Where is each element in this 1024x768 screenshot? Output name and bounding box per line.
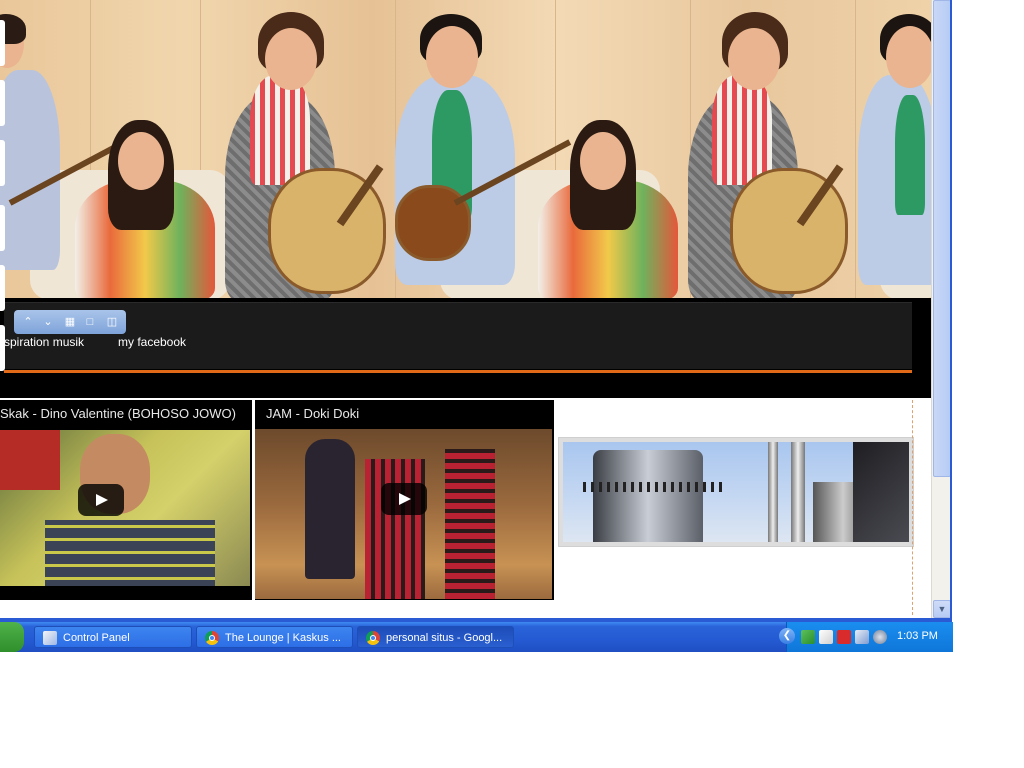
shirt [895,95,925,215]
chimney [791,442,805,542]
person-head [728,28,780,90]
taskbar-item-label: Control Panel [63,632,130,644]
layout-grid-icon[interactable]: ▦ [62,313,78,331]
performer [445,449,495,599]
poster [0,430,60,490]
nav-link-inspiration-musik[interactable]: spiration musik [4,335,84,349]
app-tray-icon[interactable] [819,630,833,644]
side-tab[interactable] [0,80,5,126]
side-tab[interactable] [0,140,5,186]
chimney [768,442,778,542]
video-title[interactable]: JAM - Doki Doki [266,406,359,421]
side-tab[interactable] [0,20,5,66]
taskbar: Control Panel The Lounge | Kaskus ... pe… [0,622,953,652]
video-thumbnail[interactable] [255,429,552,599]
wall-panel [855,0,856,298]
clock[interactable]: 1:03 PM [897,630,938,642]
column-divider [912,400,913,615]
display-icon[interactable] [855,630,869,644]
side-tab[interactable] [0,325,5,371]
railing [583,482,723,492]
acrobat-icon[interactable] [837,630,851,644]
performer [365,459,425,599]
video-embed-1[interactable]: Skak - Dino Valentine (BOHOSO JOWO) [0,400,252,600]
video-title[interactable]: Skak - Dino Valentine (BOHOSO JOWO) [0,406,236,421]
scroll-down-arrow-icon[interactable]: ▼ [933,600,951,618]
chrome-icon [205,631,219,645]
taskbar-item-label: personal situs - Googl... [386,632,503,644]
person-head [580,132,626,190]
volume-icon[interactable] [873,630,887,644]
chrome-icon [366,631,380,645]
sidebar-image-frame [558,437,914,547]
scarf [250,75,310,185]
side-tab[interactable] [0,265,5,311]
video-thumbnail[interactable] [0,430,250,586]
window-border [950,0,952,622]
system-tray: ❮ 1:03 PM [779,622,953,652]
taskbar-item-personal-situs[interactable]: personal situs - Googl... [357,626,514,648]
taskbar-item-control-panel[interactable]: Control Panel [34,626,192,648]
scrollbar-thumb[interactable] [933,0,951,477]
taskbar-item-label: The Lounge | Kaskus ... [225,632,341,644]
move-up-icon[interactable]: ⌃ [20,313,36,331]
control-panel-icon [43,631,57,645]
taskbar-item-the-lounge[interactable]: The Lounge | Kaskus ... [196,626,353,648]
shirt [45,520,215,586]
tank [593,450,703,542]
side-tab[interactable] [0,205,5,251]
nav-bar: spiration musik my facebook [4,302,912,369]
play-button-icon[interactable] [78,484,124,516]
widget-edit-toolbar: ⌃ ⌄ ▦ □ ◫ [14,310,126,334]
industrial-plant-image [563,442,909,542]
delete-icon[interactable]: ◫ [104,313,120,331]
navigation-area: spiration musik my facebook ⌃ ⌄ ▦ □ ◫ [0,298,931,398]
video-embed-2[interactable]: JAM - Doki Doki [255,400,554,600]
person-head [886,26,931,88]
header-banner-image [0,0,931,298]
person-body [0,70,60,270]
nav-link-my-facebook[interactable]: my facebook [118,335,186,349]
play-button-icon[interactable] [381,483,427,515]
person-head [265,28,317,90]
move-down-icon[interactable]: ⌄ [40,313,56,331]
show-hidden-icons-icon[interactable]: ❮ [779,628,795,644]
vertical-scrollbar[interactable]: ▼ [931,0,951,620]
start-button[interactable] [0,622,24,652]
scarf [712,75,772,185]
network-icon[interactable] [801,630,815,644]
browser-viewport: spiration musik my facebook ⌃ ⌄ ▦ □ ◫ Sk… [0,0,931,620]
unlock-icon[interactable]: □ [82,313,98,331]
performer [305,439,355,579]
plant-structure [853,442,909,542]
nav-accent-line [4,370,912,373]
person-head [118,132,164,190]
person-head [426,26,478,88]
